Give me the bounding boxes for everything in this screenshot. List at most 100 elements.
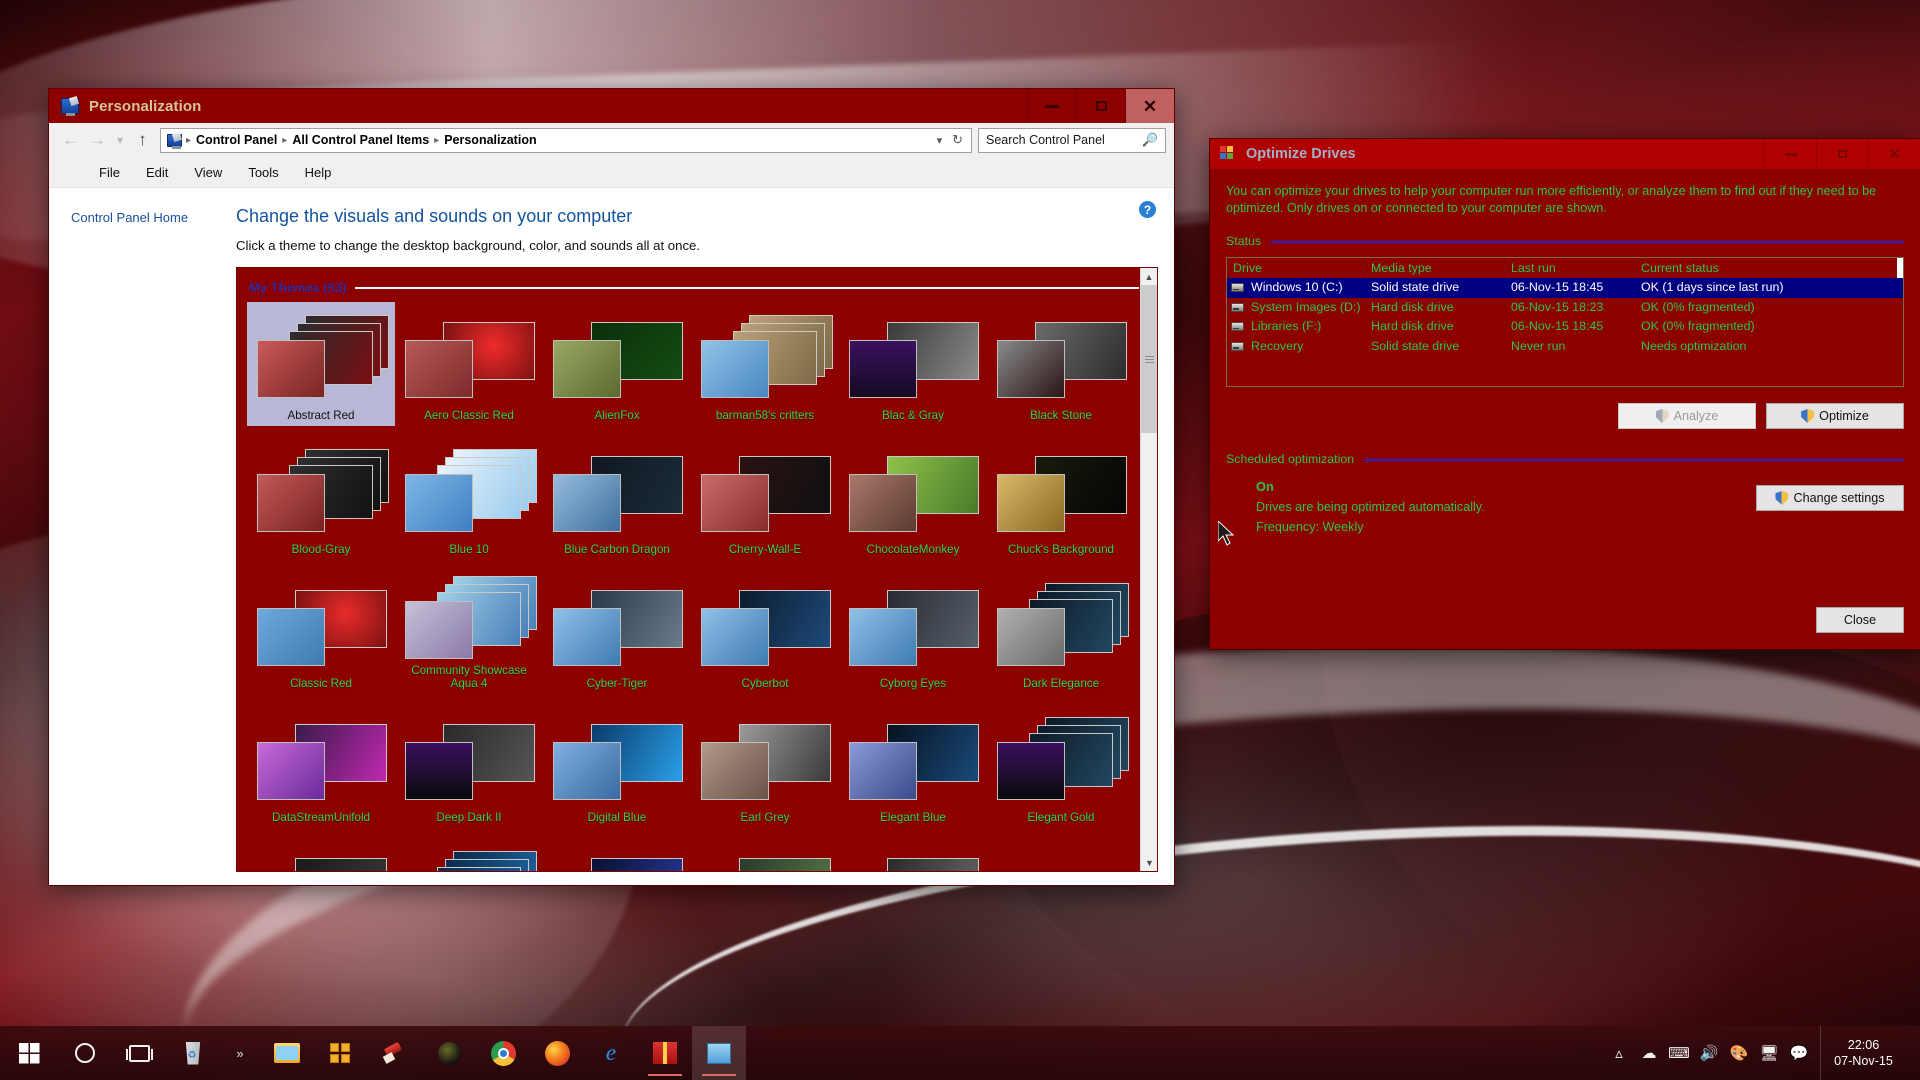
gallery-scrollbar[interactable]: ▲ ▼ (1140, 268, 1157, 871)
address-bar[interactable]: ← → ▾ ↑ ▸ Control Panel ▸ All Control Pa… (49, 123, 1174, 157)
keyboard-icon[interactable]: ⌨ (1664, 1026, 1694, 1080)
theme-item[interactable]: Classic Red (247, 570, 395, 694)
menu-help[interactable]: Help (305, 165, 332, 180)
theme-item[interactable]: Cyber-Tiger (543, 570, 691, 694)
onedrive-icon[interactable]: ☁ (1634, 1026, 1664, 1080)
menu-file[interactable]: File (99, 165, 120, 180)
google-chrome-button[interactable] (476, 1026, 530, 1080)
menu-edit[interactable]: Edit (146, 165, 168, 180)
file-explorer-button[interactable] (260, 1026, 314, 1080)
change-settings-button[interactable]: Change settings (1756, 485, 1904, 511)
optimize-button[interactable]: Optimize (1766, 403, 1904, 429)
theme-item[interactable]: Gold Dark (839, 838, 987, 872)
optimize-drives-window[interactable]: Optimize Drives ✕ You can optimize your … (1209, 138, 1920, 650)
close-button[interactable]: ✕ (1868, 139, 1920, 169)
table-body[interactable]: Windows 10 (C:)Solid state drive06-Nov-1… (1227, 278, 1903, 386)
breadcrumb-personalization[interactable]: Personalization (439, 133, 541, 147)
close-dialog-button[interactable]: Close (1816, 607, 1904, 633)
table-row[interactable]: System Images (D:)Hard disk drive06-Nov-… (1227, 298, 1903, 318)
table-row[interactable]: Windows 10 (C:)Solid state drive06-Nov-1… (1227, 278, 1903, 298)
refresh-icon[interactable]: ↻ (952, 132, 963, 148)
puzzle-app-button[interactable] (314, 1026, 368, 1080)
internet-explorer-button[interactable]: e (584, 1026, 638, 1080)
drives-table[interactable]: Drive Media type Last run Current status… (1226, 257, 1904, 387)
theme-item[interactable]: Digital Blue (543, 704, 691, 828)
theme-item[interactable]: Blac & Gray (839, 302, 987, 426)
dark-app-button[interactable] (422, 1026, 476, 1080)
theme-item[interactable]: Blue Carbon Dragon (543, 436, 691, 560)
personalization-taskbar-button[interactable] (692, 1026, 746, 1080)
theme-item[interactable]: AlienFox (543, 302, 691, 426)
mozilla-firefox-button[interactable] (530, 1026, 584, 1080)
show-desktop-button[interactable] (1906, 1026, 1914, 1080)
back-button[interactable]: ← (57, 126, 84, 154)
gift-app-button[interactable] (638, 1026, 692, 1080)
analyze-button[interactable]: Analyze (1618, 403, 1756, 429)
close-button[interactable]: ✕ (1125, 89, 1174, 123)
theme-item[interactable]: Elegant Gold (987, 704, 1135, 828)
theme-gallery[interactable]: My Themes (53) Abstract RedAero Classic … (236, 267, 1158, 872)
scrollbar-thumb[interactable] (1141, 285, 1158, 433)
column-header-lastrun[interactable]: Last run (1505, 258, 1635, 278)
paint-app-button[interactable] (368, 1026, 422, 1080)
optimize-titlebar[interactable]: Optimize Drives ✕ (1210, 139, 1920, 169)
theme-item[interactable]: Earl Grey (691, 704, 839, 828)
theme-item[interactable]: DataStreamUnifold (247, 704, 395, 828)
theme-item[interactable]: Elegant Blue (839, 704, 987, 828)
theme-item[interactable]: Cherry-Wall-E (691, 436, 839, 560)
recent-locations-button[interactable]: ▾ (111, 126, 129, 154)
theme-grid[interactable]: Abstract RedAero Classic RedAlienFoxbarm… (237, 298, 1157, 872)
menu-view[interactable]: View (194, 165, 222, 180)
breadcrumb-all-items[interactable]: All Control Panel Items (287, 133, 434, 147)
theme-item[interactable]: Cyborg Eyes (839, 570, 987, 694)
chevron-down-icon[interactable]: ▾ (937, 134, 943, 147)
taskbar-overflow-button[interactable]: » (220, 1026, 260, 1080)
clock[interactable]: 22:06 07-Nov-15 (1820, 1026, 1906, 1080)
theme-item[interactable]: Blue 10 (395, 436, 543, 560)
column-header-media[interactable]: Media type (1365, 258, 1505, 278)
theme-item[interactable]: Chuck's Background (987, 436, 1135, 560)
network-icon[interactable]: 🖥 (1754, 1026, 1784, 1080)
breadcrumb-control-panel[interactable]: Control Panel (191, 133, 282, 147)
theme-item[interactable]: Forest (691, 838, 839, 872)
minimize-button[interactable] (1027, 89, 1076, 123)
theme-item[interactable]: ChocolateMonkey (839, 436, 987, 560)
scroll-up-icon[interactable]: ▲ (1141, 268, 1157, 285)
sidebar-item-control-panel-home[interactable]: Control Panel Home (71, 210, 236, 225)
theme-item[interactable]: Deep Dark II (395, 704, 543, 828)
start-button[interactable] (0, 1026, 58, 1080)
minimize-button[interactable] (1764, 139, 1816, 169)
taskbar[interactable]: » e ▵ ☁ ⌨ 🔊 🎨 🖥 💬 22:06 07-Nov-15 (0, 1026, 1920, 1080)
breadcrumb-bar[interactable]: ▸ Control Panel ▸ All Control Panel Item… (160, 128, 972, 153)
theme-item[interactable]: Embers (247, 838, 395, 872)
theme-item[interactable]: Fractal Blue (543, 838, 691, 872)
maximize-button[interactable] (1816, 139, 1868, 169)
scroll-down-icon[interactable]: ▼ (1141, 854, 1158, 871)
volume-icon[interactable]: 🔊 (1694, 1026, 1724, 1080)
theme-item[interactable]: Community Showcase Aqua 4 (395, 570, 543, 694)
column-header-status[interactable]: Current status (1635, 258, 1897, 278)
theme-item[interactable]: Dark Elegance (987, 570, 1135, 694)
theme-item[interactable]: Abstract Red (247, 302, 395, 426)
action-center-icon[interactable]: 💬 (1784, 1026, 1814, 1080)
recycle-bin-button[interactable] (166, 1026, 220, 1080)
maximize-button[interactable] (1076, 89, 1125, 123)
personalization-window[interactable]: Personalization ✕ ← → ▾ ↑ ▸ Control Pane… (48, 88, 1175, 886)
search-input[interactable]: Search Control Panel 🔍 (978, 128, 1166, 153)
cortana-search-button[interactable] (58, 1026, 112, 1080)
theme-item[interactable]: Blood-Gray (247, 436, 395, 560)
theme-item[interactable]: Black Stone (987, 302, 1135, 426)
column-header-drive[interactable]: Drive (1227, 258, 1365, 278)
theme-item[interactable]: Flow (395, 838, 543, 872)
system-tray[interactable]: ▵ ☁ ⌨ 🔊 🎨 🖥 💬 22:06 07-Nov-15 (1604, 1026, 1920, 1080)
color-picker-icon[interactable]: 🎨 (1724, 1026, 1754, 1080)
up-button[interactable]: ↑ (129, 126, 156, 154)
personalization-titlebar[interactable]: Personalization ✕ (49, 89, 1174, 123)
task-view-button[interactable] (112, 1026, 166, 1080)
theme-item[interactable]: Aero Classic Red (395, 302, 543, 426)
show-hidden-icons-button[interactable]: ▵ (1604, 1026, 1634, 1080)
theme-item[interactable]: Cyberbot (691, 570, 839, 694)
table-row[interactable]: RecoverySolid state driveNever runNeeds … (1227, 337, 1903, 357)
menu-bar[interactable]: File Edit View Tools Help (49, 157, 1174, 188)
menu-tools[interactable]: Tools (248, 165, 278, 180)
